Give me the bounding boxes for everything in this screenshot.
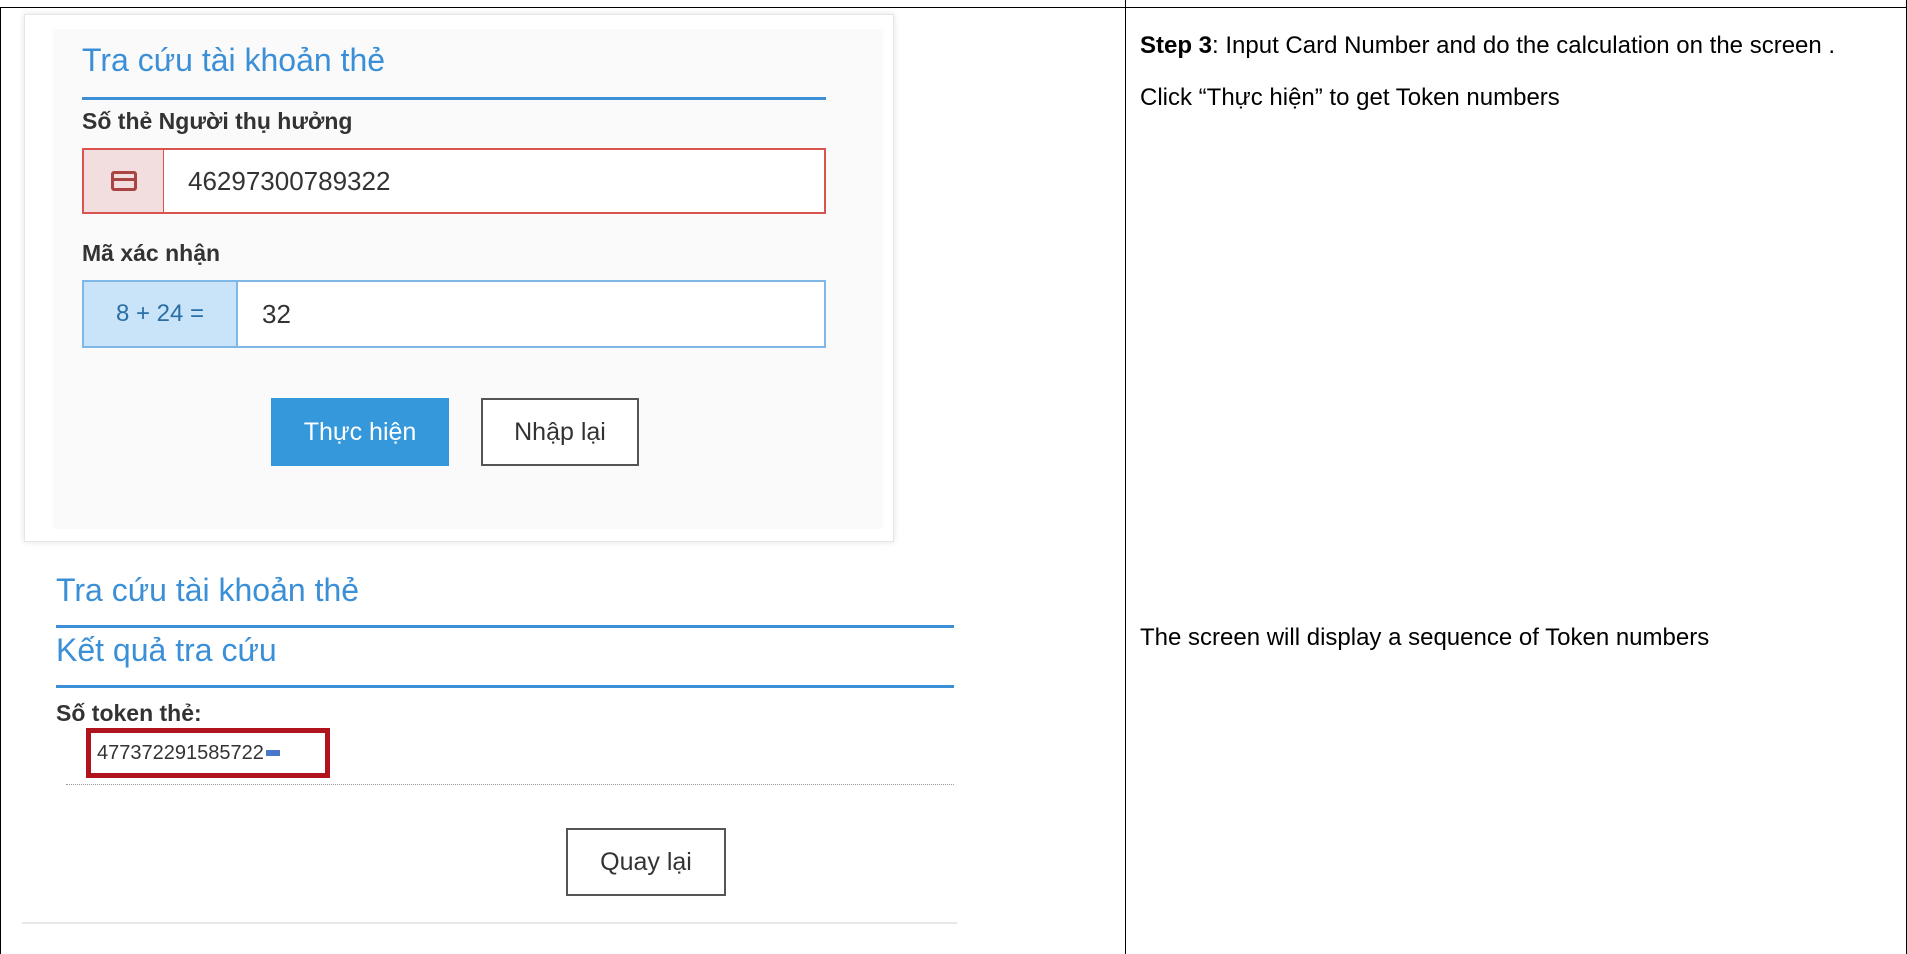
credit-card-icon (110, 171, 137, 191)
submit-button[interactable]: Thực hiện (271, 398, 449, 466)
step-prefix: Step 3 (1140, 32, 1213, 59)
table-border-middle (1125, 0, 1126, 954)
step-instruction: Step 3: Input Card Number and do the cal… (1140, 20, 1880, 124)
result-title: Tra cứu tài khoản thẻ (56, 572, 360, 608)
result-instruction: The screen will display a sequence of To… (1140, 624, 1710, 651)
result-subtitle-rule (56, 685, 954, 688)
result-title-rule (56, 625, 954, 628)
table-border-top (0, 7, 1907, 8)
captcha-input[interactable] (238, 282, 824, 346)
card-addon (84, 150, 164, 212)
card-number-label: Số thẻ Người thụ hưởng (82, 108, 353, 134)
token-label: Số token thẻ: (56, 700, 202, 726)
reset-button[interactable]: Nhập lại (481, 398, 639, 466)
form-title: Tra cứu tài khoản thẻ (82, 42, 386, 78)
token-value: 477372291585722 (97, 741, 264, 764)
card-number-field-group (82, 148, 826, 214)
lookup-form-screenshot (24, 14, 894, 542)
back-button[interactable]: Quay lại (566, 828, 726, 896)
token-divider (66, 784, 954, 785)
form-panel (53, 29, 883, 529)
captcha-question: 8 + 24 = (84, 282, 238, 346)
step-body: : Input Card Number and do the calculati… (1140, 32, 1836, 111)
captcha-field-group: 8 + 24 = (82, 280, 826, 348)
form-title-rule (82, 97, 826, 100)
result-subtitle: Kết quả tra cứu (56, 632, 277, 668)
token-highlight-box: 477372291585722 (86, 728, 330, 778)
token-marker-icon (265, 750, 280, 756)
table-border-left (0, 7, 1, 954)
captcha-label: Mã xác nhận (82, 240, 221, 266)
card-number-input[interactable] (164, 150, 824, 212)
result-bottom-rule (22, 922, 957, 924)
